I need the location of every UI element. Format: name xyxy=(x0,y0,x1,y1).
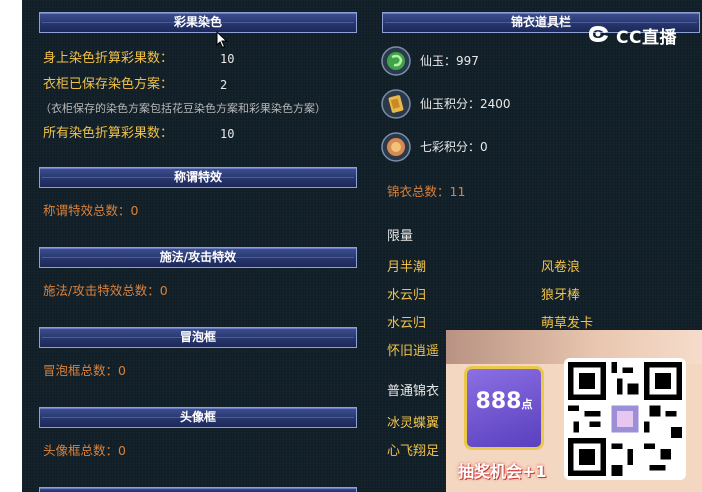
cast-effect-total: 施法/攻击特效总数：0 xyxy=(43,283,168,298)
wardrobe-total: 锦衣总数：11 xyxy=(387,184,466,199)
dye-total-value: 10 xyxy=(220,127,235,141)
promo-label: 抽奖机会+1 xyxy=(458,462,547,481)
promo-value: 888点 xyxy=(467,389,541,414)
limited-item[interactable]: 水云归 xyxy=(387,288,426,304)
avatar-frame-total: 头像框总数：0 xyxy=(43,443,126,458)
promo-card[interactable]: 888点 xyxy=(464,366,544,450)
normal-item[interactable]: 冰灵蝶翼 xyxy=(387,416,439,432)
avatar-frame-title: 头像框 xyxy=(179,410,216,424)
limited-label: 限量 xyxy=(387,229,414,244)
dye-body-value: 10 xyxy=(220,52,235,66)
promo-number: 888 xyxy=(475,389,522,414)
cc-logo-icon xyxy=(586,23,612,48)
dye-saved-value: 2 xyxy=(220,78,228,92)
dye-body-label: 身上染色折算彩果数： xyxy=(43,51,174,66)
rainbow-points-amount: 七彩积分：0 xyxy=(420,140,488,154)
promo-unit: 点 xyxy=(521,398,533,411)
dye-total-label: 所有染色折算彩果数： xyxy=(43,126,174,141)
promo-overlay[interactable]: 888点 抽奖机会+1 xyxy=(446,330,702,492)
normal-label: 普通锦衣 xyxy=(387,384,440,399)
limited-item[interactable]: 月半潮 xyxy=(387,260,426,276)
jade-icon xyxy=(381,46,411,76)
title-effect-header: 称谓特效 xyxy=(39,167,357,188)
next-section-header xyxy=(39,487,357,492)
limited-item[interactable]: 怀旧逍遥 xyxy=(387,344,439,360)
cc-logo-text: CC直播 xyxy=(616,27,677,48)
limited-item[interactable]: 水云归 xyxy=(387,316,426,332)
bubble-frame-header: 冒泡框 xyxy=(39,327,357,348)
rainbow-points-icon xyxy=(381,132,411,162)
dye-note: （衣柜保存的染色方案包括花豆染色方案和彩果染色方案） xyxy=(40,102,326,115)
bubble-frame-title: 冒泡框 xyxy=(179,330,216,344)
dye-section-header: 彩果染色 xyxy=(39,12,357,33)
mouse-cursor-icon xyxy=(216,30,228,52)
dye-saved-label: 衣柜已保存染色方案： xyxy=(43,77,174,92)
dye-section-title: 彩果染色 xyxy=(173,15,222,29)
jade-points-amount: 仙玉积分：2400 xyxy=(420,97,511,111)
limited-item[interactable]: 狼牙棒 xyxy=(541,288,580,304)
jade-points-icon xyxy=(381,89,411,119)
qr-code-icon[interactable] xyxy=(564,358,686,480)
normal-item[interactable]: 心飞翔足 xyxy=(387,444,439,460)
left-window-edge xyxy=(0,0,22,492)
bubble-frame-total: 冒泡框总数：0 xyxy=(43,363,126,378)
limited-item[interactable]: 风卷浪 xyxy=(541,260,580,276)
title-effect-total: 称谓特效总数：0 xyxy=(43,203,139,218)
cc-live-watermark: CC直播 xyxy=(586,22,677,48)
cast-effect-header: 施法/攻击特效 xyxy=(39,247,357,268)
cast-effect-title: 施法/攻击特效 xyxy=(159,250,237,264)
title-effect-title: 称谓特效 xyxy=(173,170,222,184)
jade-amount: 仙玉：997 xyxy=(420,54,479,68)
avatar-frame-header: 头像框 xyxy=(39,407,357,428)
wardrobe-items-title: 锦衣道具栏 xyxy=(510,15,571,29)
